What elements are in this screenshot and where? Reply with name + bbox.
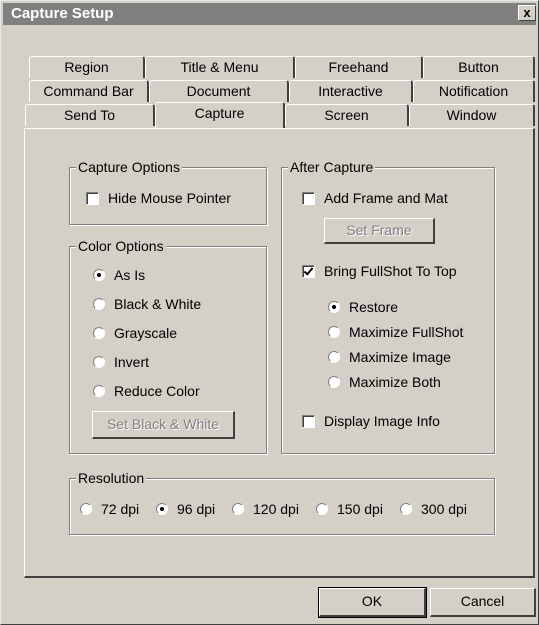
radio-circle[interactable] [93, 385, 105, 397]
tab-document[interactable]: Document [149, 80, 289, 102]
radio-120-dpi[interactable]: 120 dpi [232, 501, 299, 517]
bring-to-top-label: Bring FullShot To Top [324, 263, 457, 279]
hide-mouse-pointer-label: Hide Mouse Pointer [108, 190, 231, 206]
radio-label: Maximize FullShot [349, 324, 464, 340]
tab-button[interactable]: Button [423, 56, 535, 78]
dialog-title: Capture Setup [11, 5, 114, 22]
add-frame-label: Add Frame and Mat [324, 190, 448, 206]
resolution-label: Resolution [76, 470, 147, 486]
tab-notification[interactable]: Notification [413, 80, 535, 102]
radio-label: Reduce Color [114, 383, 200, 399]
display-image-info-label: Display Image Info [324, 413, 440, 429]
radio-circle[interactable] [93, 356, 105, 368]
radio-circle[interactable] [316, 503, 328, 515]
radio-maximize-both[interactable]: Maximize Both [328, 374, 441, 390]
cancel-button[interactable]: Cancel [430, 588, 536, 617]
radio-300-dpi[interactable]: 300 dpi [400, 501, 467, 517]
radio-label: 96 dpi [177, 501, 216, 517]
radio-circle[interactable] [328, 376, 340, 388]
radio-label: 120 dpi [253, 501, 299, 517]
close-button[interactable]: x [518, 5, 536, 21]
radio-label: 300 dpi [421, 501, 467, 517]
radio-label: Black & White [114, 296, 202, 312]
radio-circle[interactable] [328, 351, 340, 363]
radio-label: Restore [349, 299, 399, 315]
checkbox-box[interactable] [86, 192, 99, 205]
add-frame-checkbox[interactable]: Add Frame and Mat [302, 190, 448, 206]
after-capture-label: After Capture [288, 159, 376, 175]
tab-title-menu[interactable]: Title & Menu [145, 56, 295, 78]
radio-restore[interactable]: Restore [328, 299, 398, 315]
radio-circle[interactable] [93, 327, 105, 339]
radio-96-dpi[interactable]: 96 dpi [156, 501, 215, 517]
tab-interactive[interactable]: Interactive [289, 80, 413, 102]
radio-circle[interactable] [328, 326, 340, 338]
radio-72-dpi[interactable]: 72 dpi [80, 501, 139, 517]
radio-circle[interactable] [232, 503, 244, 515]
title-bar: Capture Setup x [3, 3, 536, 25]
ok-button[interactable]: OK [318, 587, 427, 618]
radio-as-is[interactable]: As Is [93, 267, 145, 283]
capture-options-label: Capture Options [76, 159, 182, 175]
radio-circle[interactable] [93, 298, 105, 310]
checkbox-box[interactable] [302, 415, 315, 428]
tab-capture[interactable]: Capture [155, 102, 285, 128]
radio-invert[interactable]: Invert [93, 354, 149, 370]
color-options-group: Color Options As Is Black & White Graysc… [69, 238, 267, 454]
tab-send-to[interactable]: Send To [25, 104, 155, 126]
radio-grayscale[interactable]: Grayscale [93, 325, 177, 341]
radio-maximize-image[interactable]: Maximize Image [328, 349, 451, 365]
color-options-label: Color Options [76, 238, 166, 254]
radio-circle[interactable] [93, 269, 105, 281]
radio-label: Grayscale [114, 325, 178, 341]
bring-to-top-checkbox[interactable]: Bring FullShot To Top [302, 263, 457, 279]
checkbox-box[interactable] [302, 192, 315, 205]
radio-circle[interactable] [156, 503, 168, 515]
display-image-info-checkbox[interactable]: Display Image Info [302, 413, 440, 429]
radio-label: As Is [114, 267, 146, 283]
tab-screen[interactable]: Screen [285, 104, 409, 126]
radio-circle[interactable] [80, 503, 92, 515]
resolution-group: Resolution 72 dpi 96 dpi 120 dpi 150 dpi… [69, 470, 495, 535]
radio-label: 150 dpi [337, 501, 383, 517]
set-black-white-button[interactable]: Set Black & White [92, 411, 235, 439]
radio-label: Maximize Both [349, 374, 441, 390]
radio-circle[interactable] [400, 503, 412, 515]
radio-maximize-fullshot[interactable]: Maximize FullShot [328, 324, 463, 340]
capture-tab-panel: Capture Options Hide Mouse Pointer Color… [24, 128, 535, 578]
radio-150-dpi[interactable]: 150 dpi [316, 501, 383, 517]
set-frame-button[interactable]: Set Frame [324, 218, 435, 244]
radio-label: Invert [114, 354, 150, 370]
radio-label: 72 dpi [101, 501, 140, 517]
radio-black-white[interactable]: Black & White [93, 296, 201, 312]
hide-mouse-pointer-checkbox[interactable]: Hide Mouse Pointer [86, 190, 231, 206]
radio-circle[interactable] [328, 301, 340, 313]
tab-command-bar[interactable]: Command Bar [29, 80, 149, 102]
radio-label: Maximize Image [349, 349, 451, 365]
capture-setup-dialog: Capture Setup x Region Title & Menu Free… [0, 0, 539, 625]
tab-region[interactable]: Region [29, 56, 145, 78]
radio-reduce-color[interactable]: Reduce Color [93, 383, 200, 399]
tab-freehand[interactable]: Freehand [295, 56, 423, 78]
tab-window[interactable]: Window [409, 104, 535, 126]
capture-options-group: Capture Options Hide Mouse Pointer [69, 159, 267, 225]
checkbox-box[interactable] [302, 265, 315, 278]
after-capture-group: After Capture Add Frame and Mat Set Fram… [281, 159, 495, 454]
